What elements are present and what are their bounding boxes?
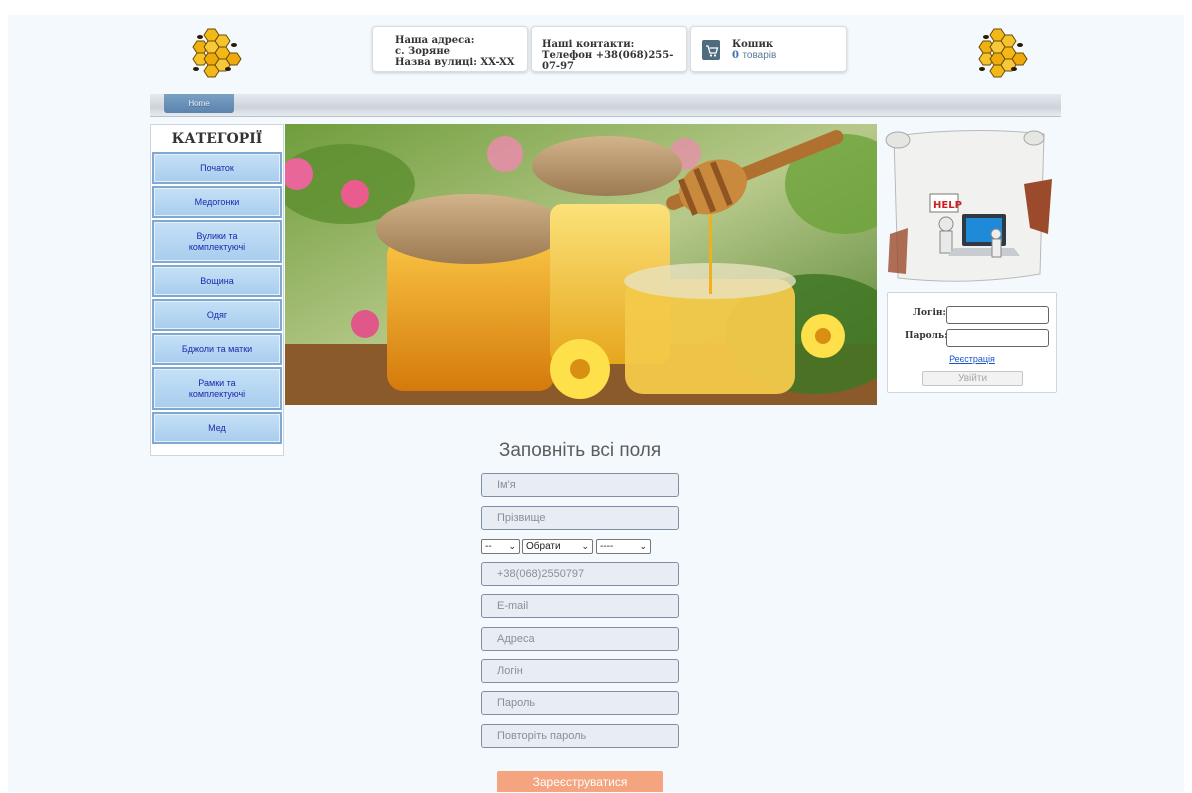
- first-name-field[interactable]: Ім'я: [481, 473, 679, 497]
- cart-count: 0: [732, 50, 739, 61]
- category-item-clothing[interactable]: Одяг: [152, 299, 282, 331]
- cart-box[interactable]: Кошик 0 товарів: [690, 26, 847, 72]
- address-street: Назва вулиці: XX-XX: [395, 57, 515, 68]
- address-field[interactable]: Адреса: [481, 627, 679, 651]
- login-box: Логін: Пароль: Реєстрація Увійти: [887, 292, 1057, 393]
- nav-home-tab[interactable]: Home: [164, 94, 234, 113]
- birth-month-select[interactable]: Обрати ⌄: [522, 539, 593, 554]
- address-title: Наша адреса:: [395, 35, 475, 46]
- chevron-down-icon: ⌄: [639, 541, 647, 551]
- help-sign-text: HELP: [933, 200, 962, 211]
- category-item-hives[interactable]: Вулики та комплектуючі: [152, 220, 282, 263]
- repeat-password-field[interactable]: Повторіть пароль: [481, 724, 679, 748]
- categories-title: КАТЕГОРІЇ: [171, 131, 263, 147]
- login-input[interactable]: [946, 306, 1049, 324]
- register-submit-button[interactable]: Зареєструватися: [497, 771, 663, 792]
- category-item-foundation[interactable]: Вощина: [152, 265, 282, 297]
- birth-year-select[interactable]: ---- ⌄: [596, 539, 651, 554]
- login-field[interactable]: Логін: [481, 659, 679, 683]
- birth-day-value: --: [485, 541, 492, 552]
- honeycomb-logo-right[interactable]: [974, 25, 1028, 79]
- category-item-frames[interactable]: Рамки та комплектуючі: [152, 367, 282, 410]
- password-label: Пароль:: [905, 331, 948, 341]
- address-village: с. Зоряне: [395, 46, 450, 57]
- login-label: Логін:: [913, 308, 946, 318]
- contacts-box: Наші контакти: Телефон +38(068)255-07-97: [531, 26, 687, 72]
- address-box: Наша адреса: с. Зоряне Назва вулиці: XX-…: [372, 26, 528, 72]
- honey-jars-banner: [285, 124, 877, 405]
- enter-button[interactable]: Увійти: [922, 371, 1023, 386]
- honeycomb-logo-left[interactable]: [188, 25, 242, 79]
- cart-unit: товарів: [742, 50, 777, 61]
- email-field[interactable]: E-mail: [481, 594, 679, 618]
- help-scroll-illustration: HELP: [885, 129, 1052, 282]
- category-item-start[interactable]: Початок: [152, 152, 282, 184]
- category-item-honey[interactable]: Мед: [152, 412, 282, 444]
- contacts-phone: Телефон +38(068)255-07-97: [542, 50, 674, 72]
- birth-day-select[interactable]: -- ⌄: [481, 539, 520, 554]
- form-title: Заповніть всі поля: [498, 440, 662, 461]
- birth-month-value: Обрати: [526, 541, 561, 552]
- cart-title[interactable]: Кошик: [732, 39, 846, 50]
- cart-summary[interactable]: 0 товарів: [732, 50, 846, 61]
- phone-field[interactable]: +38(068)2550797: [481, 562, 679, 586]
- nav-bar: Home: [150, 94, 1061, 117]
- last-name-field[interactable]: Прізвище: [481, 506, 679, 530]
- password-field[interactable]: Пароль: [481, 691, 679, 715]
- shopping-cart-icon[interactable]: [702, 40, 720, 60]
- category-item-bees-queens[interactable]: Бджоли та матки: [152, 333, 282, 365]
- password-input[interactable]: [946, 329, 1049, 347]
- chevron-down-icon: ⌄: [581, 541, 589, 551]
- category-item-extractors[interactable]: Медогонки: [152, 186, 282, 218]
- register-link[interactable]: Реєстрація: [888, 354, 1056, 364]
- categories-panel: КАТЕГОРІЇ Початок Медогонки Вулики та ко…: [150, 124, 284, 456]
- chevron-down-icon: ⌄: [508, 541, 516, 551]
- birth-year-value: ----: [600, 541, 614, 552]
- contacts-title: Наші контакти:: [542, 39, 635, 50]
